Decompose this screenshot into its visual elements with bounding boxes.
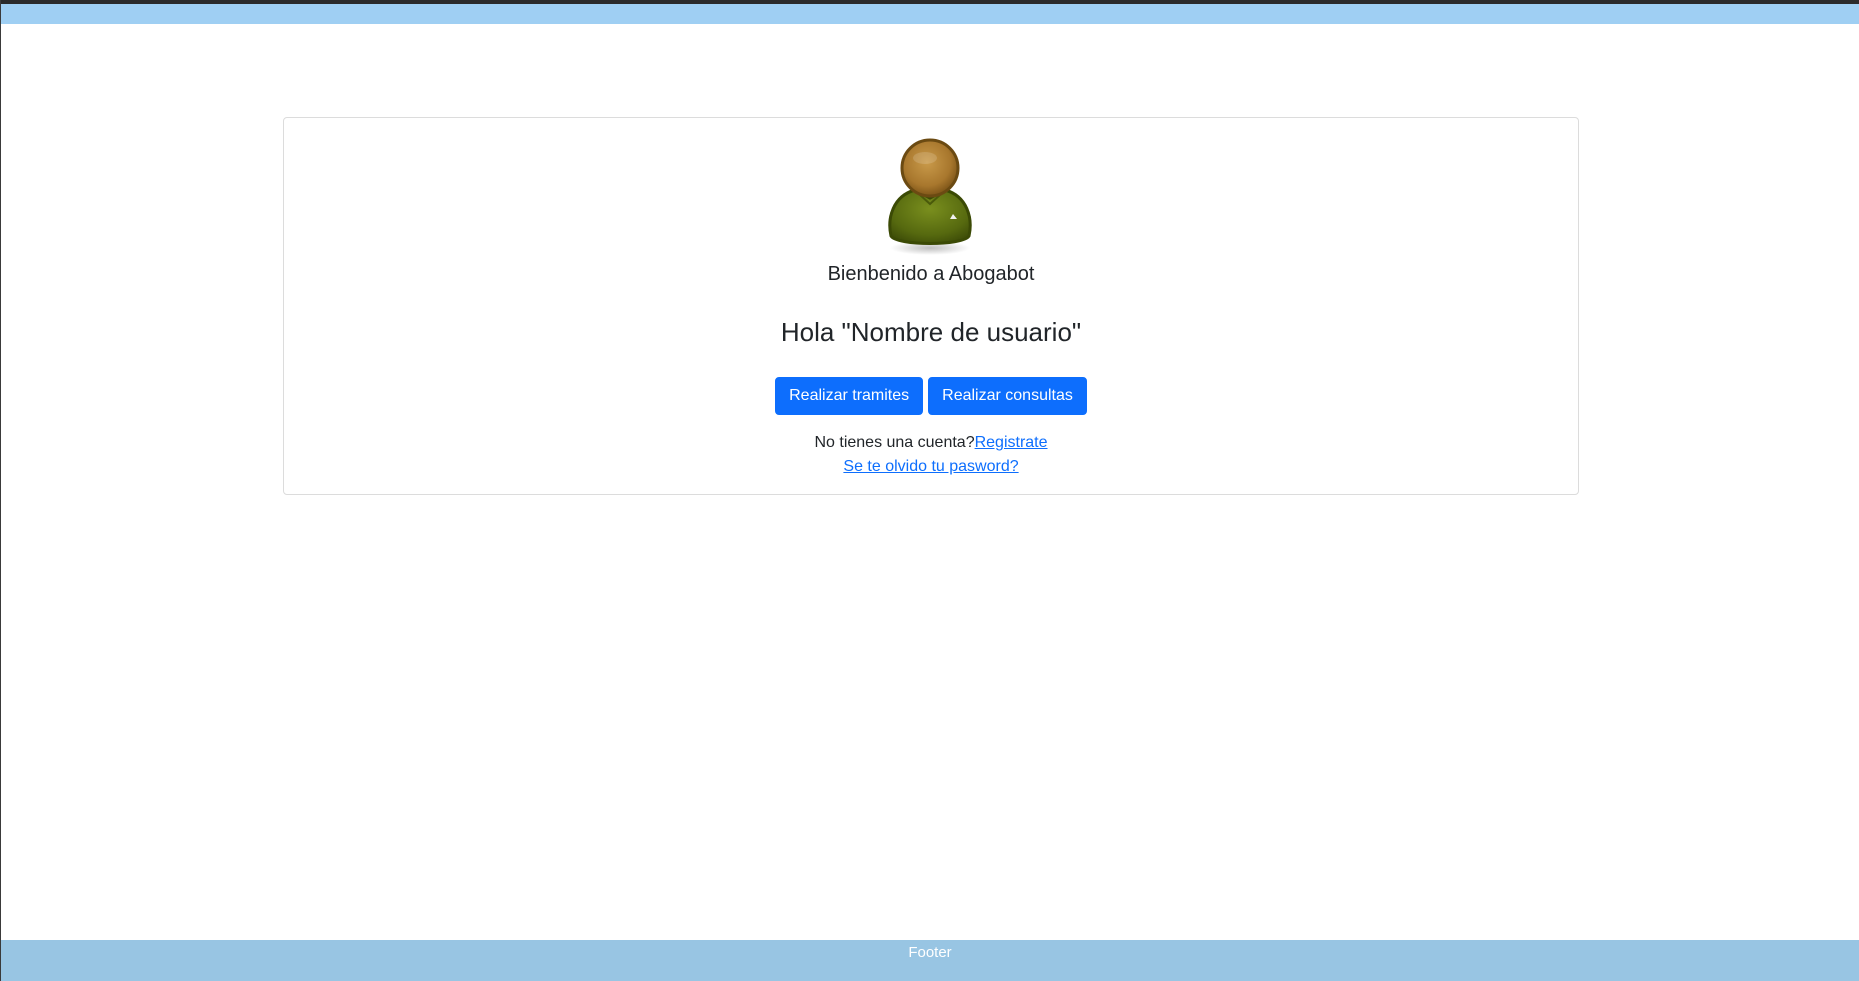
footer: Footer: [1, 940, 1859, 981]
forgot-password-link[interactable]: Se te olvido tu pasword?: [843, 458, 1018, 475]
footer-text: Footer: [908, 944, 952, 961]
page: Bienbenido a Abogabot Hola "Nombre de us…: [0, 0, 1859, 981]
action-buttons: Realizar tramites Realizar consultas: [284, 377, 1578, 415]
register-prompt: No tienes una cuenta?Registrate: [284, 432, 1578, 454]
realizar-consultas-button[interactable]: Realizar consultas: [928, 377, 1087, 415]
top-navbar: [1, 4, 1859, 24]
user-avatar-icon: [888, 138, 972, 255]
no-account-text: No tienes una cuenta?: [814, 434, 975, 451]
realizar-tramites-button[interactable]: Realizar tramites: [775, 377, 924, 415]
greeting-heading: Hola "Nombre de usuario": [780, 317, 1082, 347]
welcome-card: Bienbenido a Abogabot Hola "Nombre de us…: [283, 117, 1579, 495]
forgot-password-row: Se te olvido tu pasword?: [284, 456, 1578, 478]
register-link[interactable]: Registrate: [975, 434, 1048, 451]
welcome-heading: Bienbenido a Abogabot: [827, 263, 1035, 285]
